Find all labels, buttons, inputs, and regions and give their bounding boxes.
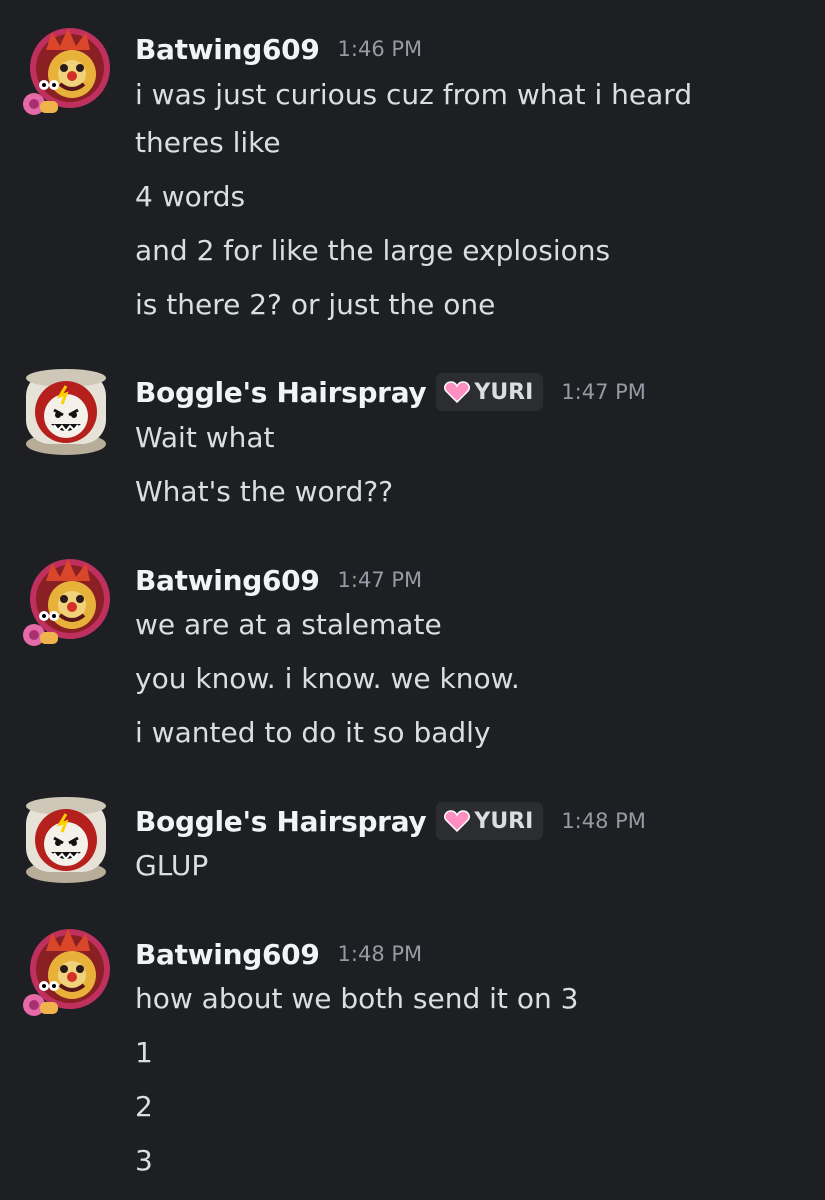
message-text: 1 <box>135 1036 153 1069</box>
message-text: GLUP <box>135 849 209 882</box>
username[interactable]: Boggle's Hairspray <box>135 376 427 409</box>
username[interactable]: Boggle's Hairspray <box>135 805 427 838</box>
message-header: Batwing609 1:46 PM <box>135 29 422 69</box>
message-text: i was just curious cuz from what i heard <box>135 78 693 111</box>
message-text: how about we both send it on 3 <box>135 982 579 1015</box>
toilet-face-avatar-icon <box>26 797 106 883</box>
server-tag-badge[interactable]: YURI <box>436 373 544 411</box>
user-avatar[interactable] <box>18 790 114 886</box>
username[interactable]: Batwing609 <box>135 564 320 597</box>
message-text: Wait what <box>135 421 275 454</box>
toilet-face-avatar-icon <box>26 369 106 455</box>
message-header: Batwing609 1:47 PM <box>135 560 422 600</box>
message-text: 2 <box>135 1090 153 1123</box>
user-avatar[interactable] <box>18 925 114 1021</box>
message-text: 4 words <box>135 180 246 213</box>
timestamp: 1:48 PM <box>337 942 423 966</box>
heart-icon <box>444 381 471 403</box>
message-header: Boggle's Hairspray YURI 1:48 PM <box>135 801 646 841</box>
timestamp: 1:48 PM <box>561 809 646 833</box>
message-text: i wanted to do it so badly <box>135 716 491 749</box>
message-header: Batwing609 1:48 PM <box>135 934 422 974</box>
timestamp: 1:46 PM <box>337 37 423 61</box>
username[interactable]: Batwing609 <box>135 938 320 971</box>
timestamp: 1:47 PM <box>337 568 423 592</box>
clown-avatar-icon <box>23 28 110 115</box>
tag-label: YURI <box>474 808 534 834</box>
heart-icon <box>444 810 471 832</box>
server-tag-badge[interactable]: YURI <box>436 802 544 840</box>
clown-avatar-icon <box>23 929 110 1016</box>
clown-avatar-icon <box>23 559 110 646</box>
timestamp: 1:47 PM <box>561 380 646 404</box>
tag-label: YURI <box>474 379 534 405</box>
message-text: is there 2? or just the one <box>135 288 496 321</box>
message-text: and 2 for like the large explosions <box>135 234 611 267</box>
message-text: 3 <box>135 1144 153 1177</box>
user-avatar[interactable] <box>18 362 114 458</box>
message-text: theres like <box>135 126 281 159</box>
message-header: Boggle's Hairspray YURI 1:47 PM <box>135 372 646 412</box>
user-avatar[interactable] <box>18 555 114 651</box>
username[interactable]: Batwing609 <box>135 33 320 66</box>
message-text: you know. i know. we know. <box>135 662 520 695</box>
message-text: What's the word?? <box>135 475 394 508</box>
user-avatar[interactable] <box>18 24 114 120</box>
message-text: we are at a stalemate <box>135 608 442 641</box>
